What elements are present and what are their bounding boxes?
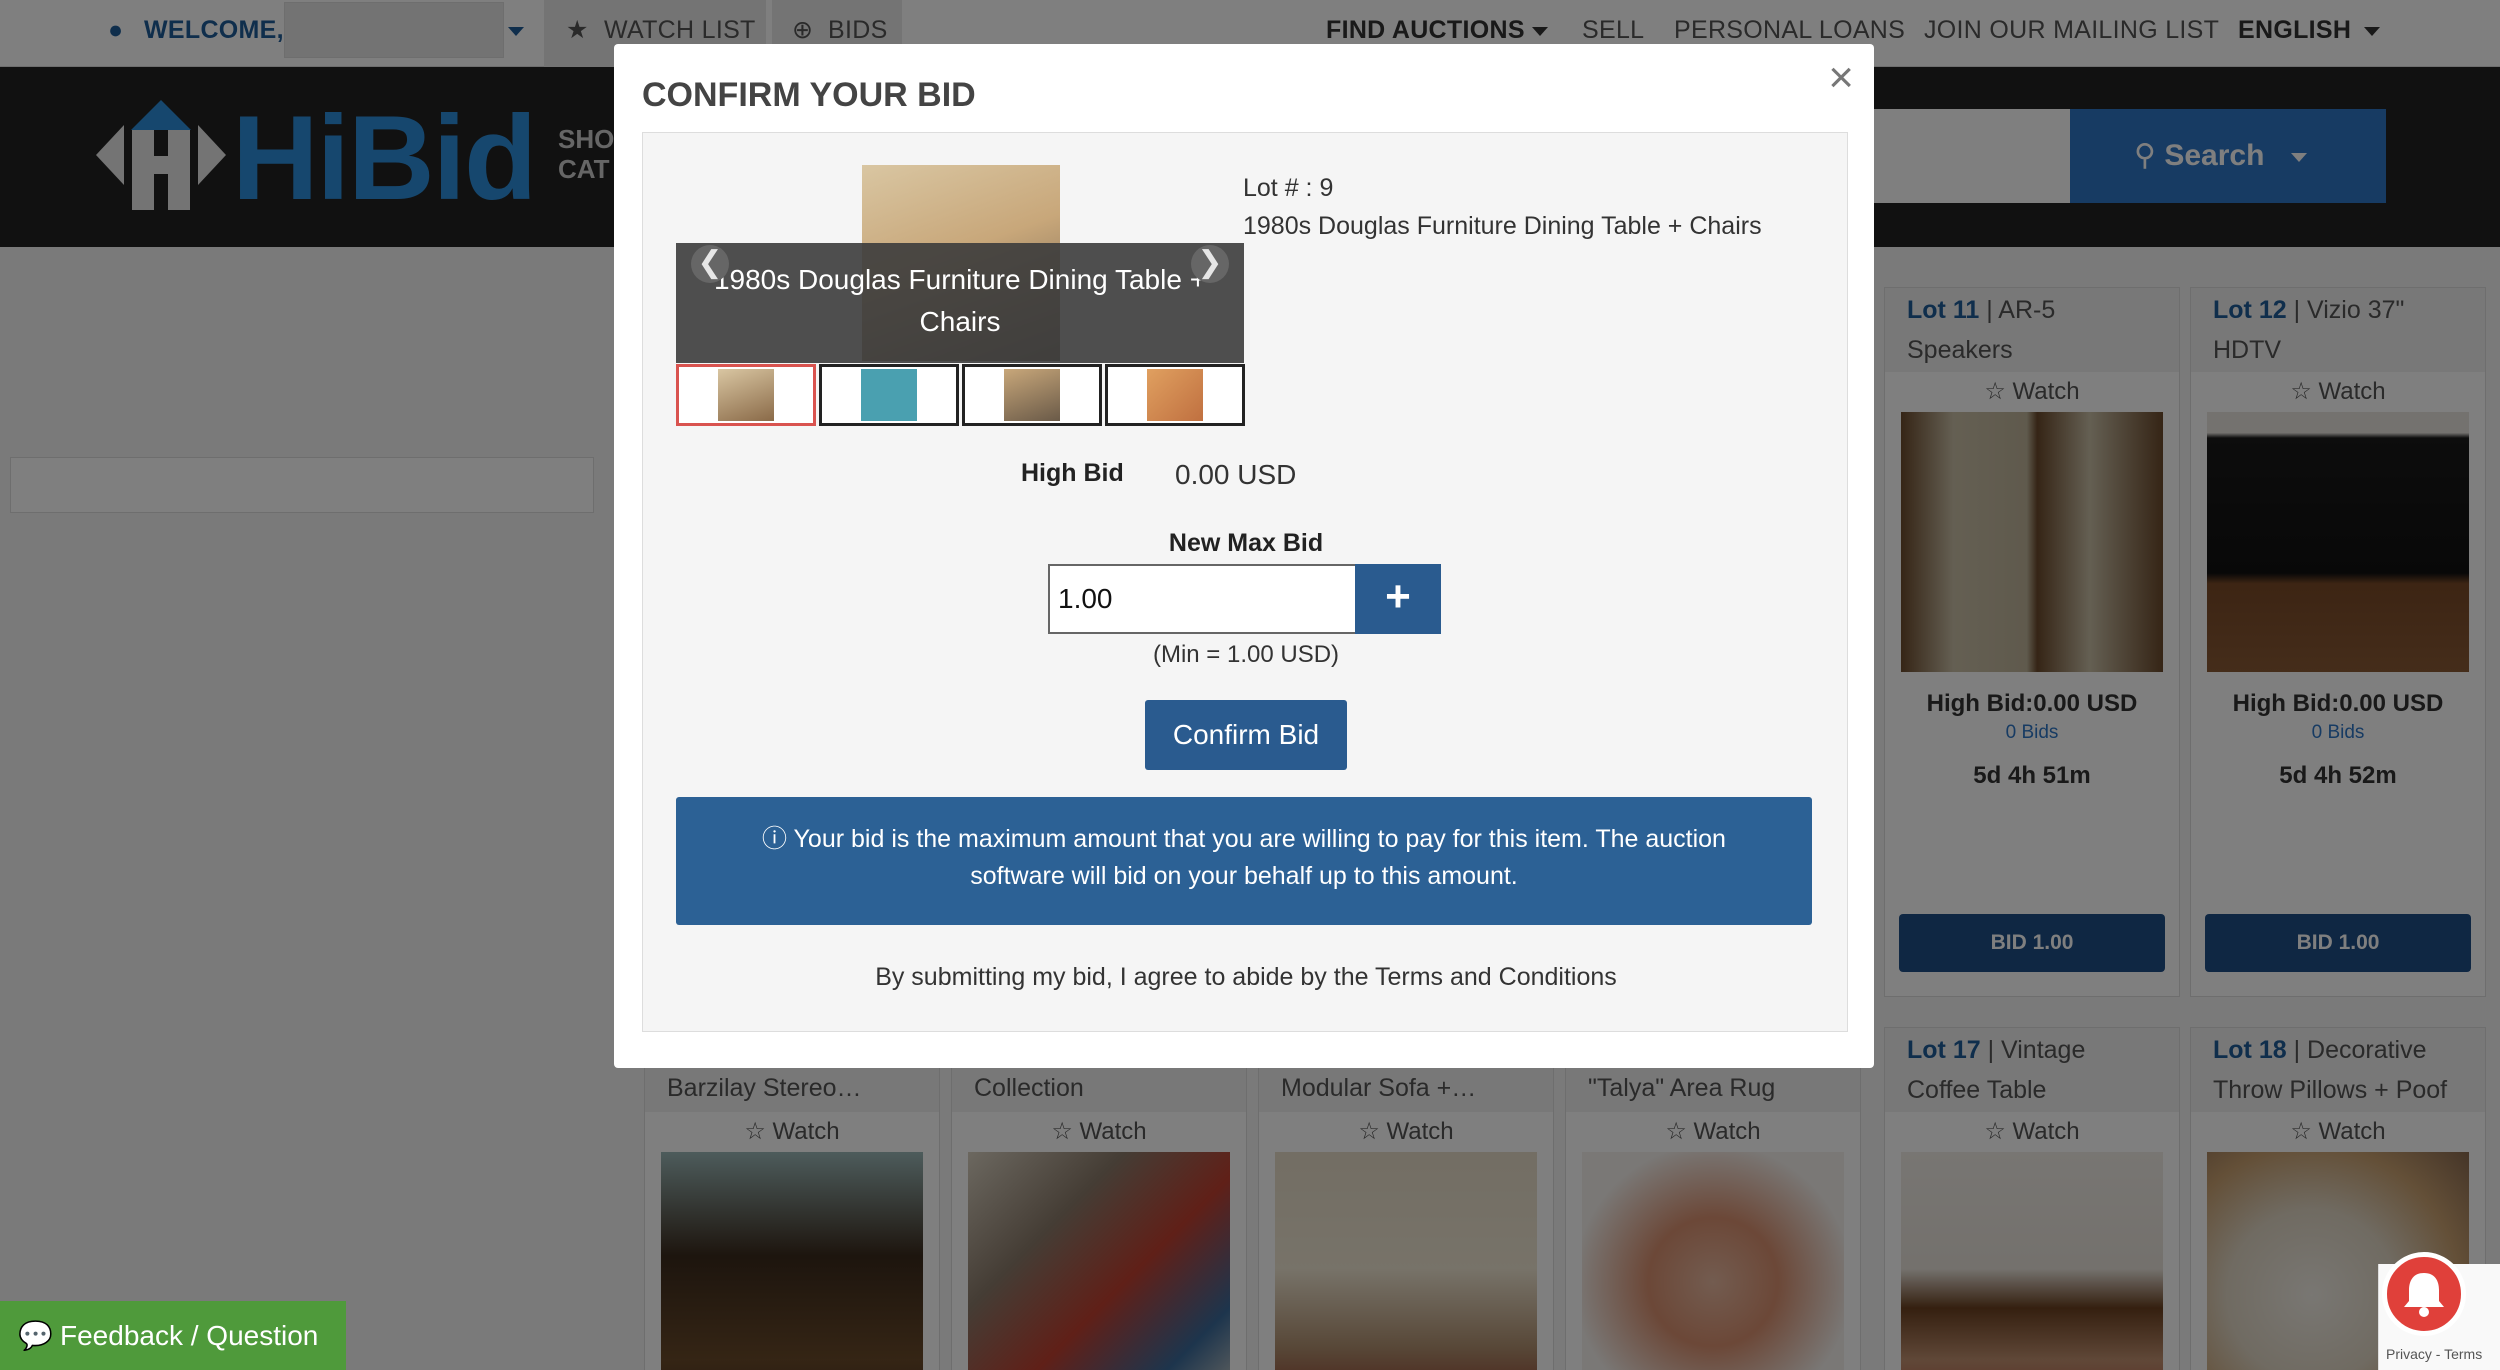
bid-info-alert: ⓘ Your bid is the maximum amount that yo…	[676, 797, 1812, 925]
thumbnail[interactable]	[819, 364, 959, 426]
max-bid-input[interactable]	[1048, 564, 1357, 634]
lot-number: Lot # : 9	[1243, 174, 1334, 202]
terms-text: By submitting my bid, I agree to abide b…	[875, 963, 1617, 991]
close-icon[interactable]: ×	[1828, 56, 1854, 100]
lot-info: Lot # : 9 1980s Douglas Furniture Dining…	[1243, 169, 1762, 245]
carousel-next-arrow-icon[interactable]: ❯	[1191, 245, 1229, 283]
thumbnail[interactable]	[676, 364, 816, 426]
modal-body: 1980s Douglas Furniture Dining Table + C…	[642, 132, 1848, 1032]
carousel-prev-arrow-icon[interactable]: ❮	[691, 245, 729, 283]
feedback-label: Feedback / Question	[60, 1320, 319, 1351]
info-icon: ⓘ	[762, 825, 788, 853]
chat-bubble-icon: 💬	[18, 1320, 53, 1351]
image-caption: 1980s Douglas Furniture Dining Table + C…	[676, 243, 1244, 363]
thumbnail[interactable]	[1105, 364, 1245, 426]
min-bid-note: (Min = 1.00 USD)	[1152, 641, 1340, 668]
lot-title: 1980s Douglas Furniture Dining Table + C…	[1243, 212, 1762, 240]
recaptcha-terms[interactable]: Privacy - Terms	[2386, 1346, 2482, 1362]
high-bid-label: High Bid	[1021, 459, 1124, 487]
confirm-bid-button[interactable]: Confirm Bid	[1145, 700, 1347, 770]
bid-info-text: Your bid is the maximum amount that you …	[793, 825, 1726, 890]
notification-bell-icon[interactable]	[2382, 1252, 2466, 1336]
feedback-button[interactable]: 💬 Feedback / Question	[0, 1301, 346, 1370]
thumbnail[interactable]	[962, 364, 1102, 426]
confirm-bid-modal: CONFIRM YOUR BID × 1980s Douglas Furnitu…	[614, 44, 1874, 1068]
new-max-bid-label: New Max Bid	[1168, 529, 1324, 557]
increment-bid-button[interactable]: +	[1355, 564, 1441, 634]
modal-title: CONFIRM YOUR BID	[642, 76, 976, 114]
high-bid-value: 0.00 USD	[1175, 459, 1297, 490]
